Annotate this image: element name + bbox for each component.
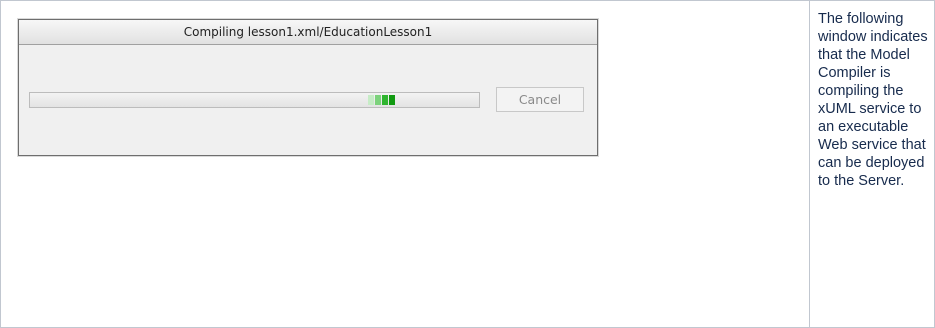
screenshot-cell: Compiling lesson1.xml/EducationLesson1 C… [1,1,810,328]
description-cell: The following window indicates that the … [810,1,935,328]
progress-bar [29,92,480,108]
progress-segment [389,95,395,105]
progress-indicator [368,95,395,105]
progress-segment [375,95,381,105]
compiling-dialog: Compiling lesson1.xml/EducationLesson1 C… [18,19,598,156]
progress-segment [382,95,388,105]
dialog-title: Compiling lesson1.xml/EducationLesson1 [19,20,597,45]
description-text: The following window indicates that the … [818,11,928,189]
cancel-button[interactable]: Cancel [496,87,584,112]
progress-segment [368,95,374,105]
documentation-table: Compiling lesson1.xml/EducationLesson1 C… [0,0,935,328]
